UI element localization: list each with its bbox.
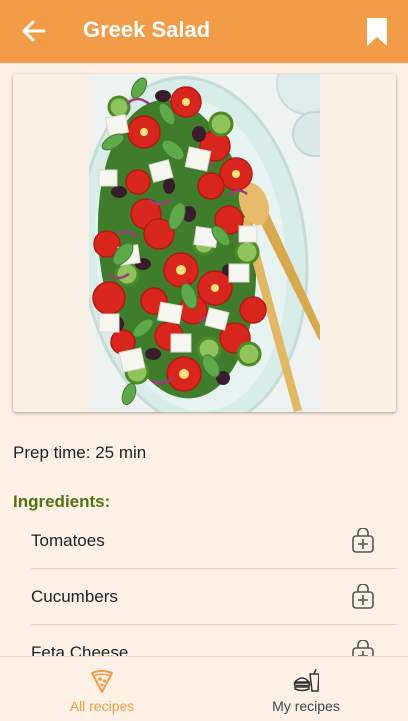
pizza-slice-icon [89, 668, 115, 694]
nav-my-recipes-label: My recipes [272, 698, 340, 714]
arrow-left-icon [22, 20, 46, 42]
nav-all-recipes-label: All recipes [69, 698, 135, 714]
bottom-navigation: All recipes My recipes [0, 656, 408, 721]
prep-time: Prep time: 25 min [13, 443, 147, 462]
recipe-photo [89, 74, 320, 412]
add-to-basket-button[interactable] [350, 527, 376, 554]
page-title: Greek Salad [83, 17, 211, 42]
nav-my-recipes[interactable]: My recipes [204, 657, 408, 721]
back-button[interactable] [20, 17, 48, 45]
ingredient-name: Cucumbers [31, 586, 118, 606]
burger-drink-icon [293, 668, 319, 694]
ingredient-name: Tomatoes [31, 530, 105, 550]
recipe-content: Prep time: 25 min Ingredients: Tomatoes … [0, 63, 408, 656]
ingredients-list: Tomatoes Cucumbers Feta Cheese [31, 513, 396, 656]
bookmark-icon [367, 18, 387, 46]
greek-salad-photo [89, 74, 320, 412]
add-to-basket-button[interactable] [350, 583, 376, 610]
ingredient-name: Feta Cheese [31, 643, 129, 656]
nav-all-recipes[interactable]: All recipes [0, 657, 204, 721]
ingredient-row: Tomatoes [31, 513, 396, 569]
app-bar: Greek Salad [0, 0, 408, 63]
recipe-image-card [13, 74, 396, 412]
ingredient-row: Feta Cheese [31, 625, 396, 656]
bookmark-button[interactable] [364, 16, 390, 48]
add-to-basket-button[interactable] [350, 640, 376, 656]
add-to-basket-icon [352, 527, 374, 553]
add-to-basket-icon [352, 583, 374, 609]
add-to-basket-icon [352, 640, 374, 656]
ingredient-row: Cucumbers [31, 569, 396, 625]
ingredients-heading: Ingredients: [13, 492, 111, 511]
